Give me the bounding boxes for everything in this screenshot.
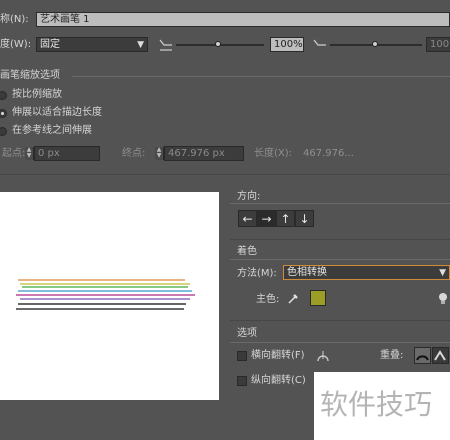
watermark-panel: 软件技巧	[314, 372, 450, 440]
radio-stretch-between-guides[interactable]	[0, 127, 7, 136]
chevron-down-icon: ▼	[439, 268, 446, 278]
width-variation-max-icon	[313, 39, 326, 46]
direction-divider	[230, 203, 450, 204]
method-select[interactable]: 色相转换 ▼	[283, 265, 450, 280]
width-select[interactable]: 固定 ▼	[36, 37, 148, 52]
name-field[interactable]: 艺术画笔 1	[36, 12, 450, 27]
start-label: 起点:	[2, 148, 26, 159]
flip-across-label: 纵向翻转(C)	[251, 375, 306, 386]
overlap-adjust-button[interactable]	[414, 347, 431, 364]
end-label: 终点:	[122, 148, 146, 159]
eyedropper-icon[interactable]	[287, 292, 299, 305]
direction-title: 方向:	[237, 191, 261, 202]
key-color-swatch[interactable]	[310, 290, 326, 306]
chevron-down-icon: ▼	[137, 40, 144, 50]
direction-up-button[interactable]: ↑	[276, 210, 295, 227]
method-label: 方法(M):	[237, 268, 277, 279]
width-percent-field[interactable]: 100%	[270, 37, 304, 52]
end-stepper[interactable]: ▲ ▼	[155, 147, 164, 160]
flip-along-checkbox[interactable]	[237, 351, 247, 361]
direction-left-button[interactable]: ←	[238, 210, 257, 227]
width-label: 度(W):	[0, 39, 32, 50]
overlap-adjust-icon	[416, 355, 429, 361]
option-label-scale-proportionally: 按比例缩放	[12, 89, 62, 100]
length-label: 长度(X):	[254, 148, 293, 159]
direction-right-button[interactable]: →	[257, 210, 276, 227]
key-color-label: 主色:	[256, 294, 280, 305]
colorization-title: 着色	[237, 246, 257, 257]
width-max-slider-thumb[interactable]	[372, 41, 378, 47]
name-label: 称(N):	[0, 14, 29, 25]
scale-section-divider	[72, 76, 450, 77]
options-divider	[230, 342, 450, 343]
flip-across-checkbox[interactable]	[237, 376, 247, 386]
overlap-none-button[interactable]	[432, 347, 449, 364]
scale-section-title: 画笔缩放选项	[0, 70, 60, 81]
overlap-label: 重叠:	[380, 350, 404, 361]
width-variation-icon	[159, 39, 172, 51]
method-select-value: 色相转换	[287, 267, 327, 278]
options-title: 选项	[237, 328, 257, 339]
flip-along-icon	[317, 351, 329, 362]
panel-separator	[230, 239, 450, 240]
start-stepper[interactable]: ▲ ▼	[25, 147, 34, 160]
width-slider-thumb[interactable]	[215, 41, 221, 47]
radio-scale-proportionally[interactable]	[0, 91, 7, 100]
section-divider	[0, 174, 450, 175]
length-value: 467.976...	[303, 148, 354, 159]
option-label-stretch-between-guides: 在参考线之间伸展	[12, 125, 92, 136]
colorization-divider	[230, 259, 450, 260]
watermark-text: 软件技巧	[320, 388, 433, 421]
start-field[interactable]: 0 px	[34, 146, 100, 161]
brush-preview	[0, 192, 219, 400]
preview-strokes	[16, 279, 195, 310]
panel-separator-2	[230, 320, 450, 321]
end-field[interactable]: 467.976 px	[164, 146, 244, 161]
tips-lightbulb-icon[interactable]	[438, 292, 448, 306]
flip-along-label: 横向翻转(F)	[251, 350, 305, 361]
width-max-percent-field[interactable]: 100	[426, 37, 450, 52]
option-label-stretch-to-fit: 伸展以适合描边长度	[12, 107, 102, 118]
radio-stretch-to-fit[interactable]	[0, 109, 7, 118]
direction-down-button[interactable]: ↓	[295, 210, 314, 227]
overlap-none-icon	[434, 350, 446, 361]
width-select-value: 固定	[40, 39, 60, 50]
